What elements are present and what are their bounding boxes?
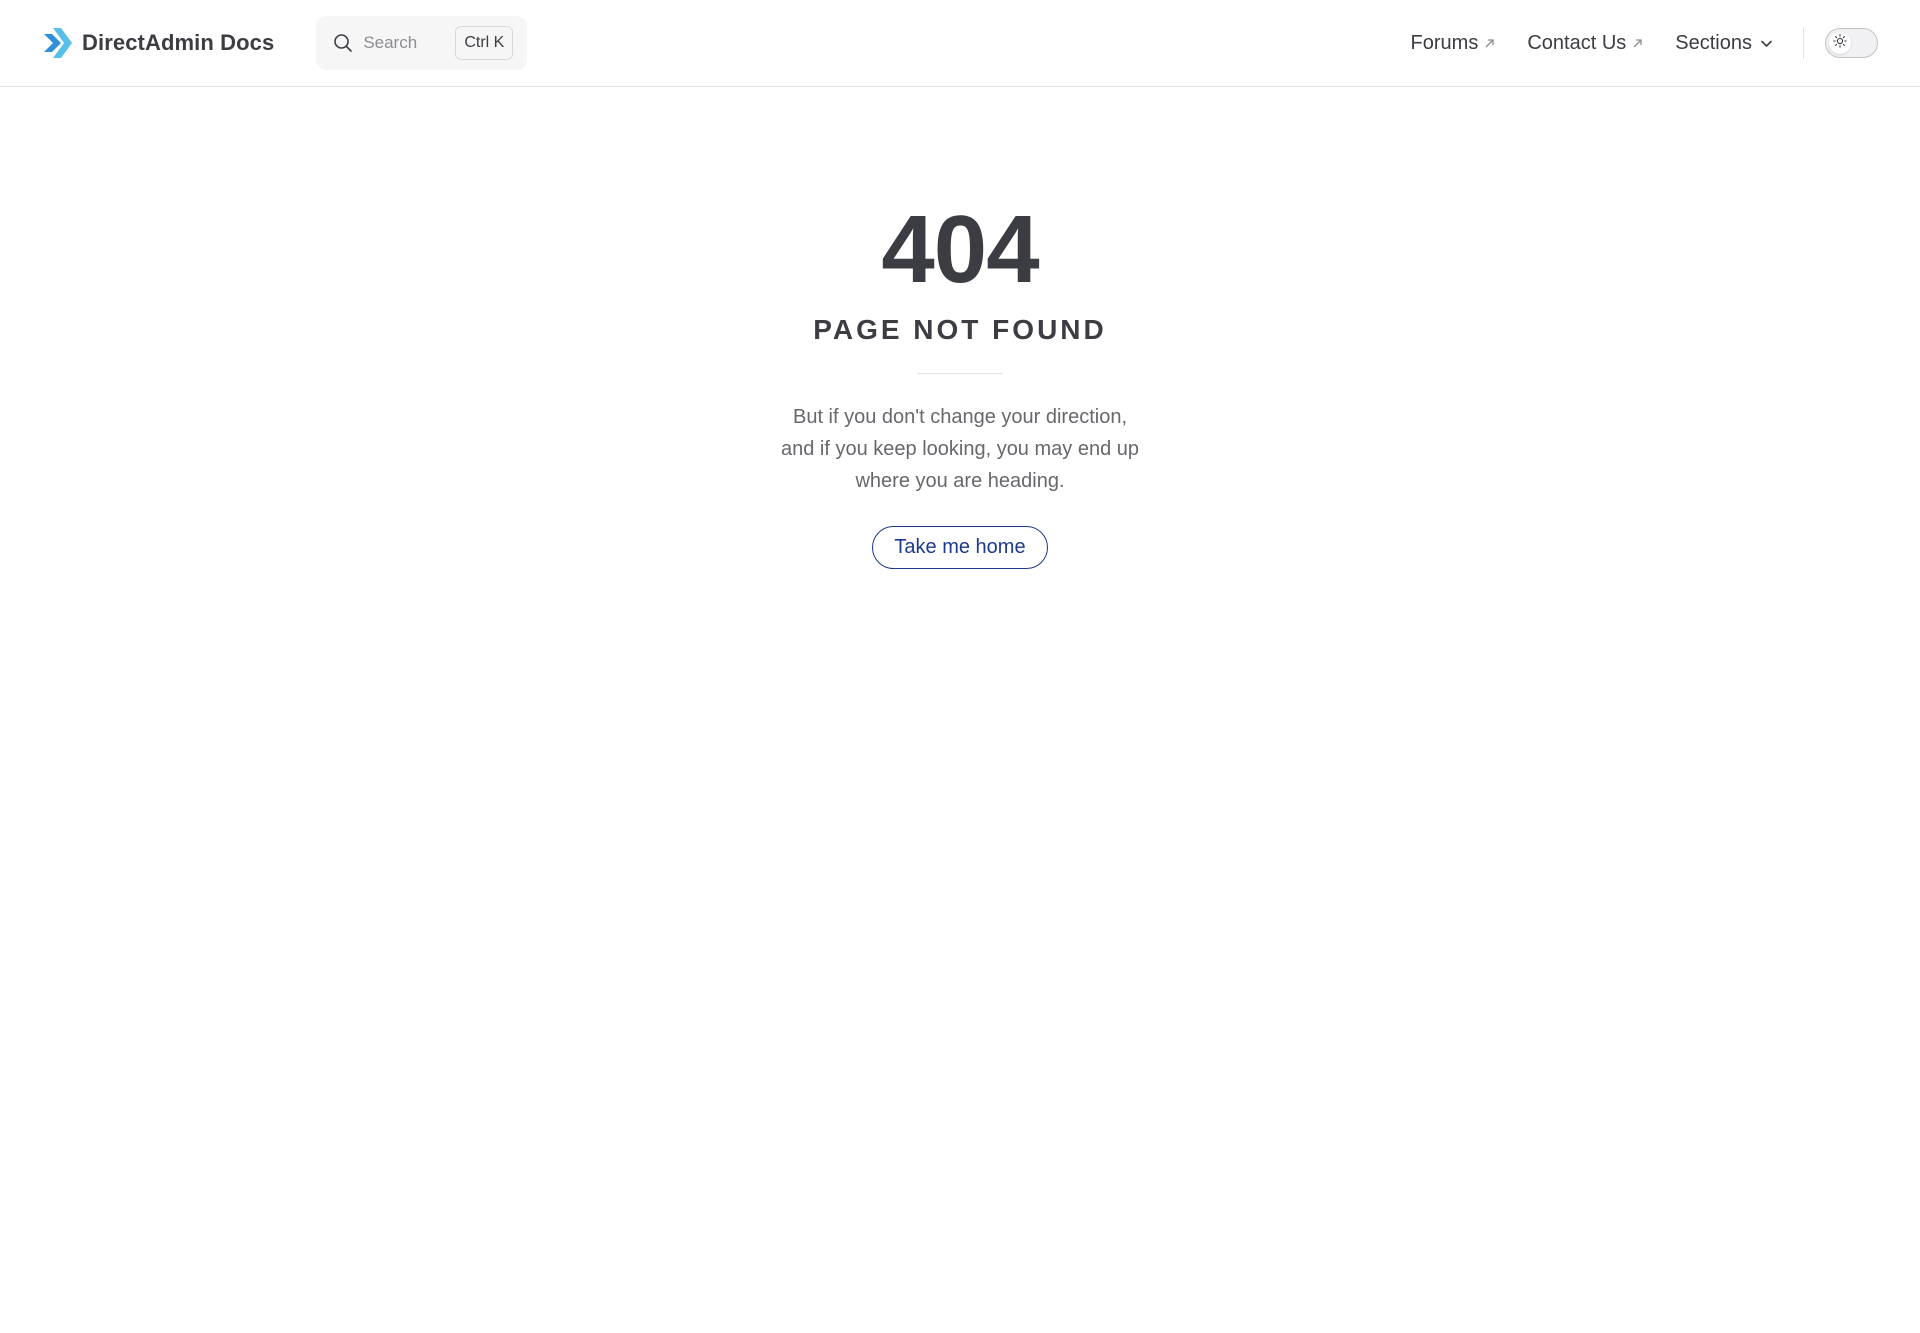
nav-contact-link[interactable]: Contact Us bbox=[1511, 0, 1659, 86]
nav-sections-label: Sections bbox=[1675, 31, 1752, 54]
content-divider bbox=[917, 373, 1003, 374]
external-link-icon bbox=[1626, 38, 1643, 49]
directadmin-logo-icon bbox=[42, 26, 72, 60]
nav-forums-link[interactable]: Forums bbox=[1395, 0, 1512, 86]
search-button[interactable]: Search Ctrl K bbox=[316, 16, 528, 70]
top-navbar: DirectAdmin Docs Search Ctrl K Forums Co… bbox=[0, 0, 1920, 87]
error-code: 404 bbox=[881, 196, 1039, 303]
theme-toggle-switch[interactable] bbox=[1825, 28, 1878, 58]
search-shortcut-badge: Ctrl K bbox=[455, 26, 514, 60]
search-placeholder: Search bbox=[363, 33, 418, 52]
sun-icon bbox=[1833, 33, 1847, 53]
error-title: PAGE NOT FOUND bbox=[813, 314, 1107, 345]
nav-contact-label: Contact Us bbox=[1527, 31, 1627, 54]
search-icon bbox=[333, 33, 353, 53]
external-link-icon bbox=[1478, 38, 1495, 49]
nav-sections-dropdown[interactable]: Sections bbox=[1659, 0, 1789, 86]
chevron-down-icon bbox=[1752, 37, 1773, 50]
site-title: DirectAdmin Docs bbox=[82, 30, 275, 55]
error-quote: But if you don't change your direction, … bbox=[780, 406, 1140, 492]
theme-toggle-knob bbox=[1829, 32, 1851, 54]
not-found-content: 404 PAGE NOT FOUND But if you don't chan… bbox=[0, 87, 1920, 569]
take-me-home-button[interactable]: Take me home bbox=[872, 526, 1048, 569]
main-nav: Forums Contact Us Sections bbox=[1395, 0, 1878, 86]
nav-divider bbox=[1803, 27, 1804, 59]
site-brand-link[interactable]: DirectAdmin Docs bbox=[42, 26, 274, 60]
nav-forums-label: Forums bbox=[1410, 31, 1479, 54]
